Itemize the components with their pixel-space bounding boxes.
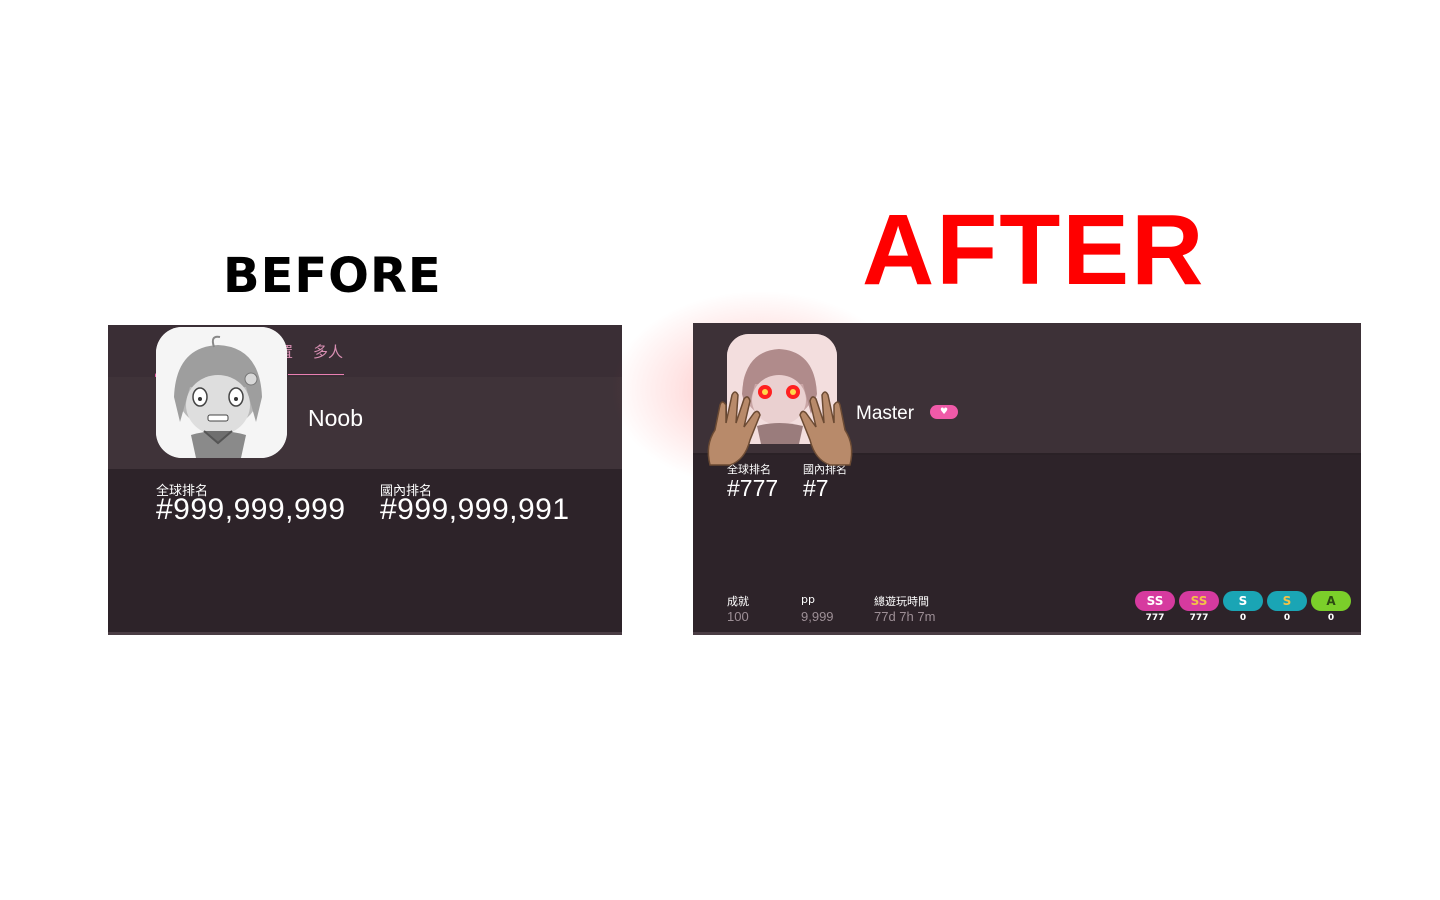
active-tab-underline	[288, 374, 344, 375]
supporter-heart-icon: ♥	[930, 405, 958, 419]
grade-ss-silver-count: 777	[1145, 613, 1165, 623]
grade-a-count: 0	[1327, 613, 1335, 623]
panel-bottom-border	[693, 632, 1361, 635]
pp-value: 9,999	[801, 609, 834, 624]
before-profile-panel: 設 置 多人 Noob 全球排名 #999,999,999 國內排名 #999,…	[108, 325, 622, 635]
playtime-value: 77d 7h 7m	[874, 609, 936, 624]
grade-s-silver-count: 0	[1239, 613, 1247, 623]
grade-s-count: 0	[1283, 613, 1291, 623]
left-hand-icon	[707, 391, 761, 466]
grade-ss-badge: SS	[1179, 591, 1219, 611]
pp-label: pp	[801, 593, 815, 606]
tab-multiplayer[interactable]: 多人	[313, 341, 343, 362]
grade-s-badge: S	[1267, 591, 1307, 611]
right-hand-icon	[799, 391, 853, 466]
achievements-label: 成就	[727, 595, 749, 608]
playtime-label: 總遊玩時間	[874, 595, 929, 608]
panel-bottom-border	[108, 632, 622, 635]
country-rank-value: #999,999,991	[380, 493, 570, 526]
global-rank-value: #999,999,999	[156, 493, 346, 526]
grade-a-badge: A	[1311, 591, 1351, 611]
after-profile-panel: Master ♥ 全球排名 #777 國內排名 #7 成就 100 pp 9,9…	[693, 323, 1361, 635]
before-heading: BEFORE	[223, 248, 442, 304]
avatar[interactable]	[156, 327, 287, 458]
username: Master	[856, 403, 915, 424]
achievements-value: 100	[727, 609, 749, 624]
global-rank-value: #777	[727, 475, 779, 501]
username: Noob	[308, 405, 363, 431]
after-heading: AFTER	[862, 194, 1206, 306]
grade-ss-silver-badge: SS	[1135, 591, 1175, 611]
grade-s-silver-badge: S	[1223, 591, 1263, 611]
country-rank-value: #7	[803, 475, 829, 501]
grade-ss-count: 777	[1189, 613, 1209, 623]
avatar-character-icon	[156, 327, 287, 458]
